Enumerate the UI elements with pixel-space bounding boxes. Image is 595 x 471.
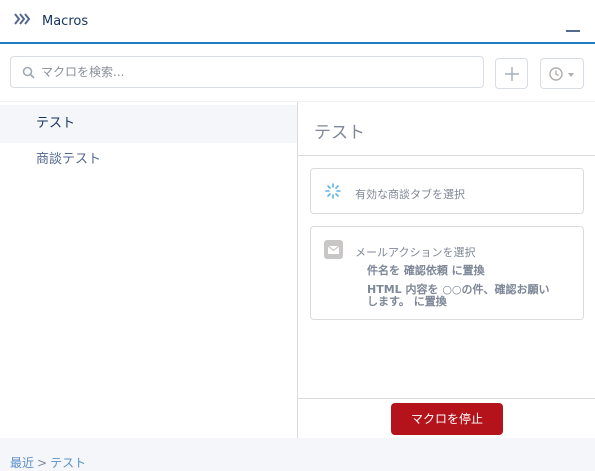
macro-step-label: メールアクションを選択 <box>355 246 476 259</box>
add-macro-button[interactable] <box>495 58 528 89</box>
macro-list-item-label: テスト <box>36 116 76 131</box>
breadcrumb-recent-link[interactable]: 最近 <box>10 456 34 470</box>
breadcrumb-separator: > <box>37 456 48 470</box>
chevron-down-icon <box>568 73 574 77</box>
loading-spinner-icon <box>325 183 341 199</box>
minimize-button[interactable] <box>566 20 581 32</box>
macro-step-label: 有効な商談タブを選択 <box>355 188 465 201</box>
divider <box>298 398 595 399</box>
search-input[interactable] <box>41 57 471 87</box>
macro-list-item-label: 商談テスト <box>36 152 102 167</box>
macro-detail-title: テスト <box>314 123 365 143</box>
macro-step-detail: 件名を 確認依頼 に置換 <box>367 264 485 277</box>
macro-list: テスト 商談テスト <box>0 102 297 438</box>
macro-step-detail: HTML 内容を ○○の件、確認お願いします。 に置換 <box>367 283 550 308</box>
stop-macro-button[interactable]: マクロを停止 <box>391 403 503 435</box>
chevron-double-right-icon <box>14 13 31 25</box>
email-icon <box>324 240 343 259</box>
plus-icon <box>505 67 519 81</box>
search-icon <box>22 66 35 79</box>
macro-list-item[interactable]: テスト <box>0 105 297 143</box>
breadcrumb: 最近 > テスト <box>10 454 86 471</box>
panel-header: Macros <box>0 0 595 44</box>
recent-macros-button[interactable] <box>540 58 584 89</box>
macro-step-card: メールアクションを選択 件名を 確認依頼 に置換 HTML 内容を ○○の件、確… <box>310 226 584 320</box>
search-box[interactable] <box>10 56 484 88</box>
macro-detail: テスト 有効な商談タブを選択 メールアクションを選択 件名を 確認依頼 に置換 … <box>298 102 595 438</box>
clock-icon <box>549 67 563 81</box>
panel-title: Macros <box>42 14 89 29</box>
macro-list-item[interactable]: 商談テスト <box>0 141 297 179</box>
divider <box>298 155 595 156</box>
macro-step-card: 有効な商談タブを選択 <box>310 168 584 214</box>
footer: 最近 > テスト <box>0 438 595 471</box>
breadcrumb-current-link[interactable]: テスト <box>50 456 86 470</box>
